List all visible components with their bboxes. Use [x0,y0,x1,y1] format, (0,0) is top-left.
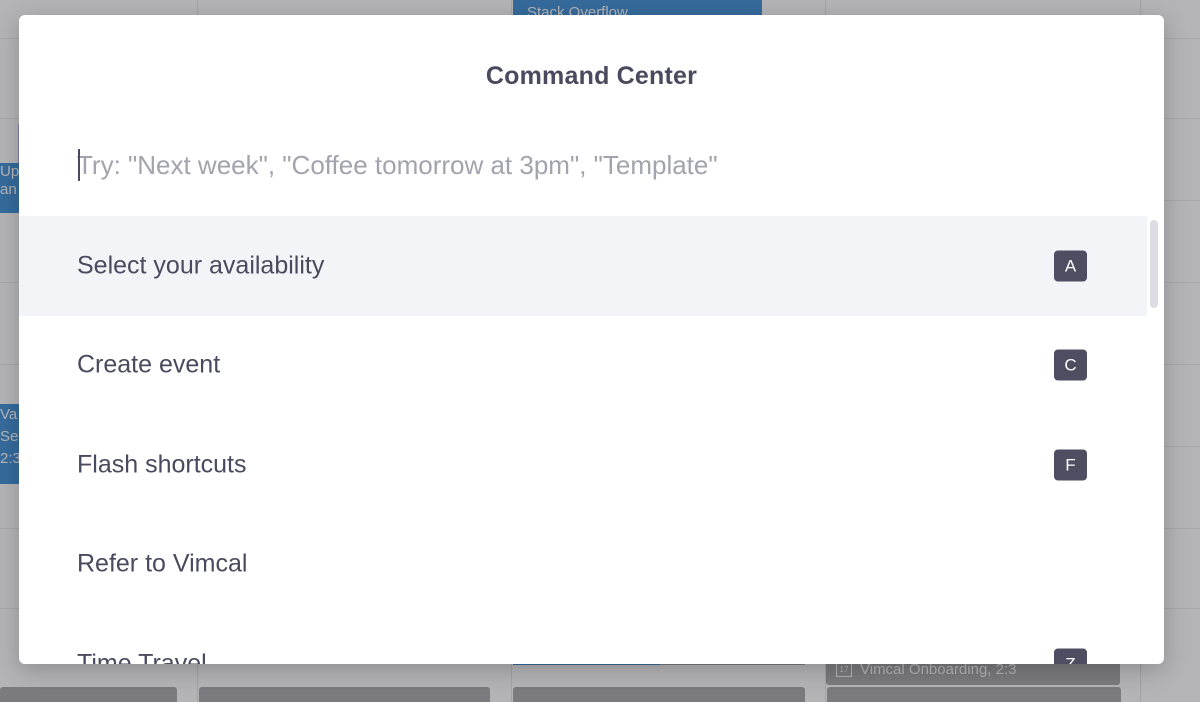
command-item-refer-to-vimcal[interactable]: Refer to Vimcal [19,515,1147,615]
command-item-label: Flash shortcuts [77,450,247,479]
command-item-label: Create event [77,350,221,379]
command-item-create-event[interactable]: Create event C [19,316,1147,416]
command-item-time-travel[interactable]: Time Travel Z [19,614,1147,664]
text-caret [78,149,80,181]
command-list-scrollbar[interactable] [1150,220,1158,308]
command-item-label: Select your availability [77,251,325,280]
shortcut-key-badge: Z [1054,648,1087,664]
command-item-flash-shortcuts[interactable]: Flash shortcuts F [19,415,1147,515]
command-search-input[interactable] [77,145,1117,185]
command-item-label: Refer to Vimcal [77,549,248,578]
command-item-label: Time Travel [77,649,207,664]
modal-title: Command Center [485,62,698,90]
shortcut-key-badge: F [1054,449,1087,481]
shortcut-key-badge: C [1054,349,1087,381]
command-item-select-availability[interactable]: Select your availability A [19,216,1147,316]
shortcut-key-badge: A [1054,250,1087,282]
command-center-modal: Command Center Select your availability … [19,15,1164,664]
command-list: Select your availability A Create event … [19,216,1147,664]
